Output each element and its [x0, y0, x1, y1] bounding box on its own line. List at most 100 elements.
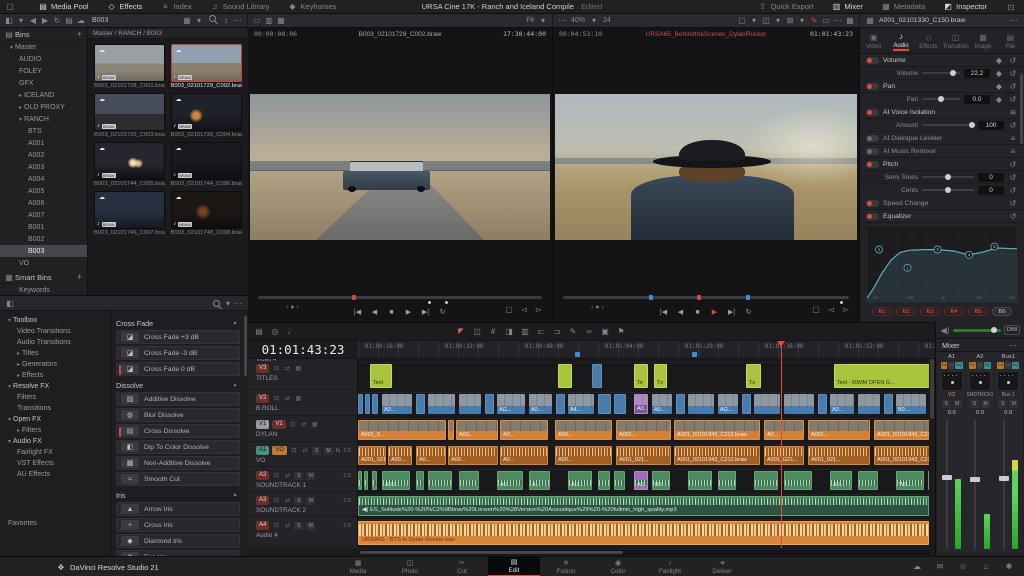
effect-item-non-additive-dissolve[interactable]: ▩Non-Additive Dissolve: [116, 456, 240, 470]
media-clip[interactable]: ☁♪BRAWB003_02101748_C008.braw: [171, 191, 242, 236]
timeline-clip[interactable]: [784, 471, 812, 490]
timeline-clip[interactable]: AU...: [568, 471, 592, 490]
timeline-video-frame[interactable]: [555, 94, 857, 240]
reset-icon[interactable]: ↺: [1008, 68, 1018, 79]
effects-tree-favorites[interactable]: Favorites: [0, 518, 111, 529]
mixer-chip-[interactable]: ⋯: [948, 362, 954, 369]
step-forward-icon[interactable]: ▶|: [727, 307, 737, 318]
toolbar-icon[interactable]: ▦: [182, 15, 192, 26]
auto-select-icon[interactable]: ⇄: [301, 447, 309, 455]
tab-image[interactable]: ▦Image: [969, 28, 996, 53]
reset-icon[interactable]: ↺: [1008, 198, 1018, 209]
tab-file[interactable]: ▤File: [997, 28, 1024, 53]
scrubber-marker[interactable]: [746, 295, 750, 300]
source-scrubber[interactable]: [258, 296, 542, 299]
solo-button[interactable]: S: [970, 400, 979, 408]
effect-item-cross-iris[interactable]: +Cross Iris: [116, 518, 240, 532]
page-tab-fairlight[interactable]: ♪Fairlight: [644, 557, 696, 576]
timeline-clip[interactable]: A001_02101943_C212.braw: [674, 420, 760, 440]
effects-tree-video-transitions[interactable]: Video Transitions: [0, 326, 111, 337]
timeline-clip[interactable]: A001_0...: [358, 420, 446, 440]
playhead[interactable]: [781, 341, 782, 548]
track-badge[interactable]: A4: [256, 521, 269, 530]
timeline-clip[interactable]: [358, 394, 363, 414]
toolbar-icon[interactable]: ⊠: [785, 15, 795, 26]
auto-select-icon[interactable]: ⇄: [283, 472, 291, 480]
dim-button[interactable]: DIM: [1004, 325, 1020, 335]
pan-control[interactable]: [941, 371, 963, 391]
play-icon[interactable]: ▶: [710, 307, 720, 318]
section-pan[interactable]: Pan ◆↺: [860, 80, 1024, 93]
lock-icon[interactable]: ⊡: [272, 472, 280, 480]
pan-control[interactable]: [969, 371, 991, 391]
toolbar-icon[interactable]: ▾: [749, 15, 759, 26]
pan-value[interactable]: 0.0: [964, 95, 990, 104]
eq-band-b4[interactable]: B4: [944, 307, 964, 316]
page-tab-fusion[interactable]: ✳Fusion: [540, 557, 592, 576]
mute-button[interactable]: M: [306, 472, 315, 480]
timeline-clip[interactable]: A001_021...: [616, 446, 671, 465]
timeline-clip[interactable]: A0...: [634, 394, 648, 414]
toolbar-icon[interactable]: ✱: [1004, 561, 1014, 572]
loop-icon[interactable]: ↻: [438, 307, 448, 318]
toolbar-icon[interactable]: ▭: [252, 15, 262, 26]
timeline-clip[interactable]: [358, 471, 362, 490]
track-lane-audio-4[interactable]: URSA65 - BTS in Dylan Rucker.wav: [358, 519, 929, 547]
topbar-button-effects[interactable]: ◇Effects: [98, 0, 152, 13]
add-smart-bin-button[interactable]: +: [77, 272, 82, 282]
topbar-button-keyframes[interactable]: ◆Keyframes: [278, 0, 345, 13]
reset-icon[interactable]: ↺: [1008, 94, 1018, 105]
step-forward-icon[interactable]: ▶|: [421, 307, 431, 318]
collapse-icon[interactable]: ⊡: [1006, 2, 1016, 13]
track-badge[interactable]: VO: [272, 446, 287, 455]
fader[interactable]: [938, 418, 965, 553]
mixer-chip-eq[interactable]: EQ: [1012, 362, 1020, 369]
tab-video[interactable]: ▣Video: [860, 28, 887, 53]
auto-select-icon[interactable]: ⇄: [283, 395, 291, 403]
menu-icon[interactable]: ≡: [1008, 133, 1018, 144]
toolbar-icon[interactable]: ⊏: [536, 326, 546, 337]
amount-slider[interactable]: [922, 124, 974, 126]
toolbar-icon[interactable]: ∞: [584, 326, 594, 337]
collapse-icon[interactable]: ▴: [230, 490, 240, 501]
volume-slider[interactable]: [922, 72, 960, 74]
reset-icon[interactable]: ↺: [1008, 159, 1018, 170]
timeline-clip[interactable]: [858, 394, 880, 414]
toolbar-icon[interactable]: ◅: [826, 304, 836, 315]
timeline-marker[interactable]: [575, 352, 580, 357]
scrubber-marker[interactable]: [649, 295, 653, 300]
destination-chip[interactable]: V1: [256, 420, 269, 429]
mute-button[interactable]: M: [981, 400, 990, 408]
toolbar-icon[interactable]: ◧: [4, 15, 14, 26]
page-tab-edit[interactable]: ▤Edit: [488, 557, 540, 576]
selection-tool-icon[interactable]: ◤: [456, 326, 466, 337]
add-bin-button[interactable]: +: [77, 29, 82, 39]
timeline-clip[interactable]: [459, 471, 479, 490]
mixer-chip-fx[interactable]: FX: [941, 362, 948, 369]
effects-tree-filters[interactable]: Filters: [0, 392, 111, 403]
stop-icon[interactable]: ■: [387, 307, 397, 318]
timeline-clip[interactable]: A0...: [500, 446, 548, 465]
vo-clip[interactable]: URSA65 - BTS in Dylan Rucker.wav: [358, 521, 929, 545]
timeline-clip[interactable]: A00...: [555, 420, 612, 440]
amount-value[interactable]: 100: [978, 121, 1004, 130]
mute-button[interactable]: M: [306, 522, 315, 530]
bin-item-bts[interactable]: BTS: [0, 125, 87, 137]
solo-button[interactable]: S: [942, 400, 951, 408]
lock-icon[interactable]: ⊡: [272, 497, 280, 505]
auto-select-icon[interactable]: ⇄: [300, 421, 308, 429]
effects-tree-titles[interactable]: ▸Titles: [0, 348, 111, 359]
step-back-icon[interactable]: ◀: [370, 307, 380, 318]
bin-item-b003[interactable]: B003: [0, 245, 87, 257]
timeline-horizontal-scrollbar[interactable]: [358, 550, 929, 555]
step-back-icon[interactable]: ◀: [676, 307, 686, 318]
tab-audio[interactable]: ♪Audio: [887, 28, 914, 53]
toolbar-icon[interactable]: ▢: [504, 304, 514, 315]
toolbar-icon[interactable]: ▾: [194, 15, 204, 26]
stop-icon[interactable]: ■: [693, 307, 703, 318]
timeline-clip[interactable]: [928, 471, 929, 490]
options-icon[interactable]: ⋯: [1008, 340, 1018, 351]
mute-button[interactable]: M: [953, 400, 962, 408]
loop-icon[interactable]: ↻: [744, 307, 754, 318]
toolbar-icon[interactable]: ▢: [737, 15, 747, 26]
